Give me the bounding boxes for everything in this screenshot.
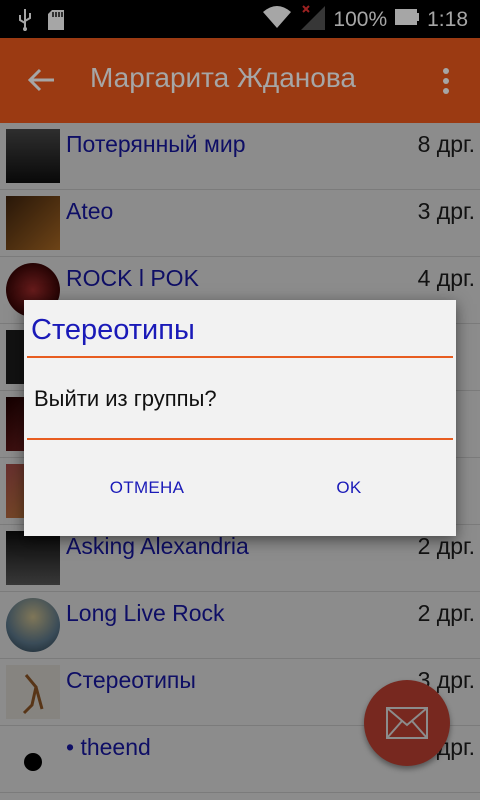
dialog-message-divider (27, 438, 453, 440)
dialog-message: Выйти из группы? (34, 386, 217, 411)
dim-overlay-top (0, 0, 480, 123)
dialog-title-divider (27, 356, 453, 358)
dialog-title: Стереотипы (31, 314, 195, 346)
cancel-button[interactable]: ОТМЕНА (62, 466, 232, 510)
confirm-dialog: Стереотипы Выйти из группы? ОТМЕНА OK (24, 300, 456, 536)
ok-button[interactable]: OK (264, 466, 434, 510)
